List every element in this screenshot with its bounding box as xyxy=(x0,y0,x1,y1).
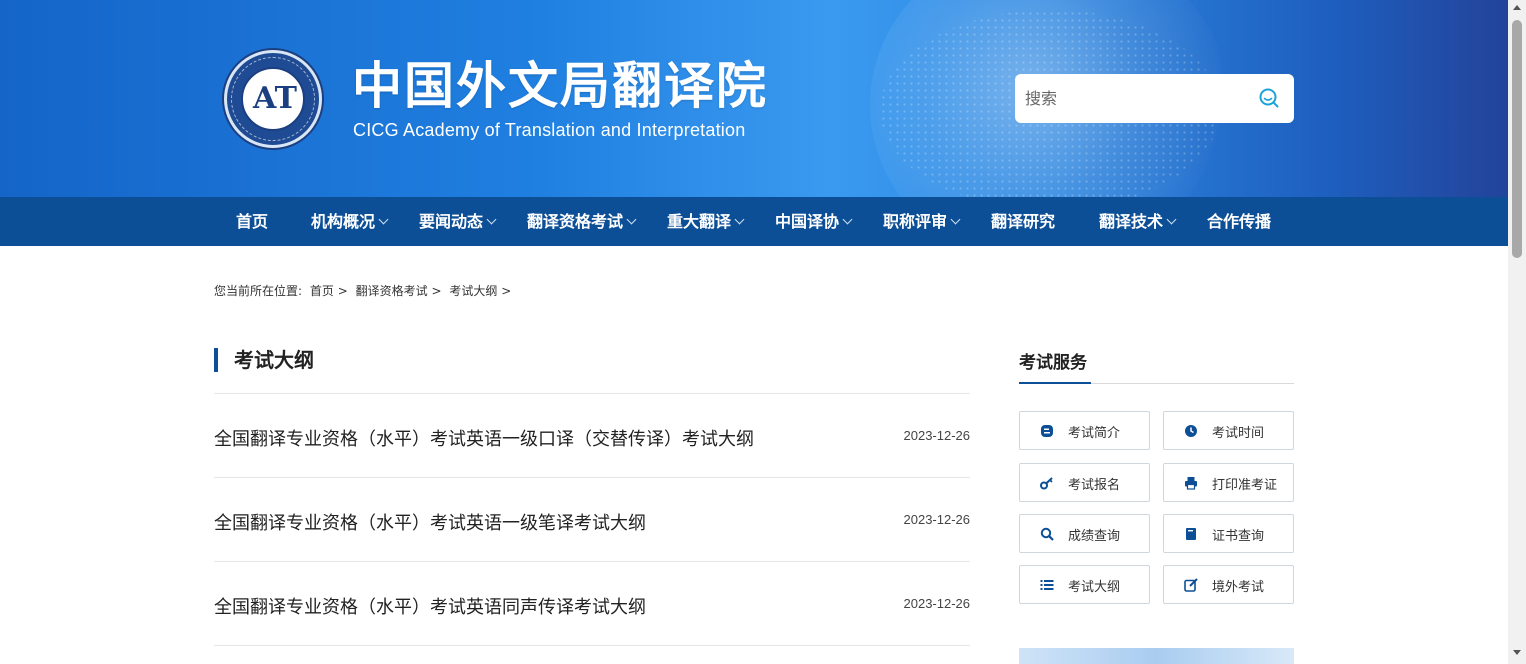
breadcrumb-separator: > xyxy=(431,284,442,298)
article-date: 2023-12-26 xyxy=(903,512,971,527)
service-label: 考试大纲 xyxy=(1068,580,1121,595)
list-item[interactable]: 全国翻译专业资格（水平）考试英语一级口译（交替传译）考试大纲 2023-12-2… xyxy=(214,394,970,478)
service-label: 成绩查询 xyxy=(1068,529,1121,544)
sidebar-divider-accent xyxy=(1019,382,1091,384)
site-subtitle: CICG Academy of Translation and Interpre… xyxy=(353,120,746,140)
breadcrumb-separator: > xyxy=(337,284,348,298)
nav-item-exam[interactable]: 翻译资格考试 xyxy=(527,197,637,246)
service-print-admission-button[interactable]: 打印准考证 xyxy=(1163,463,1294,502)
article-date: 2023-12-26 xyxy=(903,428,971,443)
search-icon xyxy=(1040,527,1054,541)
printer-icon xyxy=(1185,477,1197,490)
search-icon[interactable] xyxy=(1258,87,1280,109)
nav-item-news[interactable]: 要闻动态 xyxy=(419,197,497,246)
key-icon xyxy=(1040,477,1053,490)
service-exam-time-button[interactable]: 考试时间 xyxy=(1163,411,1294,450)
chevron-down-icon xyxy=(734,214,745,225)
nav-label: 职称评审 xyxy=(883,212,948,231)
nav-label: 中国译协 xyxy=(775,212,840,231)
service-label: 证书查询 xyxy=(1212,529,1265,544)
search-box xyxy=(1015,74,1294,123)
list-item[interactable]: 全国翻译专业资格（水平）考试英语一级笔译考试大纲 2023-12-26 xyxy=(214,478,970,562)
site-logo[interactable]: AT xyxy=(224,50,322,148)
chevron-down-icon xyxy=(950,214,961,225)
chevron-down-icon xyxy=(1166,214,1177,225)
blog-icon xyxy=(1041,425,1053,437)
sidebar-title: 考试服务 xyxy=(1019,353,1087,373)
list-icon xyxy=(1040,580,1054,590)
nav-label: 机构概况 xyxy=(311,212,376,231)
clock-icon xyxy=(1185,425,1197,437)
sidebar-banner-image[interactable] xyxy=(1019,648,1294,664)
chevron-down-icon xyxy=(842,214,853,225)
nav-item-technology[interactable]: 翻译技术 xyxy=(1099,197,1177,246)
nav-label: 合作传播 xyxy=(1207,212,1272,231)
chevron-down-icon xyxy=(486,214,497,225)
main-nav: 首页 机构概况 要闻动态 翻译资格考试 重大翻译 中国译协 职称评审 翻译研究 … xyxy=(0,197,1508,246)
service-syllabus-button[interactable]: 考试大纲 xyxy=(1019,565,1150,604)
nav-item-title-review[interactable]: 职称评审 xyxy=(883,197,961,246)
breadcrumb: 您当前所在位置: 首页 > 翻译资格考试 > 考试大纲 > xyxy=(214,282,515,299)
chevron-down-icon xyxy=(378,214,389,225)
edit-icon xyxy=(1184,578,1198,592)
chevron-down-icon xyxy=(626,214,637,225)
service-label: 考试时间 xyxy=(1212,426,1265,441)
nav-label: 翻译资格考试 xyxy=(527,212,624,231)
service-exam-intro-button[interactable]: 考试简介 xyxy=(1019,411,1150,450)
scrollbar-thumb[interactable] xyxy=(1512,20,1522,258)
page-scrollbar[interactable] xyxy=(1508,0,1526,664)
logo-mark: AT xyxy=(253,81,297,116)
nav-item-major-translation[interactable]: 重大翻译 xyxy=(667,197,745,246)
nav-label: 翻译技术 xyxy=(1099,212,1164,231)
book-icon xyxy=(1186,528,1196,540)
service-overseas-exam-button[interactable]: 境外考试 xyxy=(1163,565,1294,604)
service-label: 考试报名 xyxy=(1068,478,1121,493)
search-input[interactable] xyxy=(1015,74,1245,123)
nav-item-cooperation[interactable]: 合作传播 xyxy=(1207,197,1271,246)
article-title[interactable]: 全国翻译专业资格（水平）考试英语一级笔译考试大纲 xyxy=(214,509,646,535)
nav-label: 重大翻译 xyxy=(667,212,732,231)
list-item[interactable]: 全国翻译专业资格（水平）考试英语同声传译考试大纲 2023-12-26 xyxy=(214,562,970,646)
nav-item-tac[interactable]: 中国译协 xyxy=(775,197,853,246)
section-title: 考试大纲 xyxy=(214,348,314,372)
nav-label: 翻译研究 xyxy=(991,212,1056,231)
service-certificate-query-button[interactable]: 证书查询 xyxy=(1163,514,1294,553)
logo-inner: AT xyxy=(241,67,305,131)
nav-item-research[interactable]: 翻译研究 xyxy=(991,197,1055,246)
nav-label: 首页 xyxy=(236,212,269,231)
service-registration-button[interactable]: 考试报名 xyxy=(1019,463,1150,502)
breadcrumb-syllabus[interactable]: 考试大纲 xyxy=(449,284,497,298)
article-title[interactable]: 全国翻译专业资格（水平）考试英语同声传译考试大纲 xyxy=(214,593,646,619)
nav-item-about[interactable]: 机构概况 xyxy=(311,197,389,246)
scroll-up-arrow-icon[interactable] xyxy=(1513,5,1521,10)
nav-item-home[interactable]: 首页 xyxy=(236,197,268,246)
service-label: 打印准考证 xyxy=(1212,478,1278,493)
breadcrumb-prefix: 您当前所在位置: xyxy=(214,284,303,298)
nav-label: 要闻动态 xyxy=(419,212,484,231)
site-title: 中国外文局翻译院 xyxy=(352,57,768,115)
breadcrumb-exam[interactable]: 翻译资格考试 xyxy=(356,284,428,298)
breadcrumb-separator: > xyxy=(501,284,512,298)
breadcrumb-home[interactable]: 首页 xyxy=(310,284,334,298)
scroll-down-arrow-icon[interactable] xyxy=(1513,650,1521,655)
service-score-query-button[interactable]: 成绩查询 xyxy=(1019,514,1150,553)
article-title[interactable]: 全国翻译专业资格（水平）考试英语一级口译（交替传译）考试大纲 xyxy=(214,425,754,451)
article-date: 2023-12-26 xyxy=(903,596,971,611)
service-label: 考试简介 xyxy=(1068,426,1121,441)
service-label: 境外考试 xyxy=(1212,580,1265,595)
